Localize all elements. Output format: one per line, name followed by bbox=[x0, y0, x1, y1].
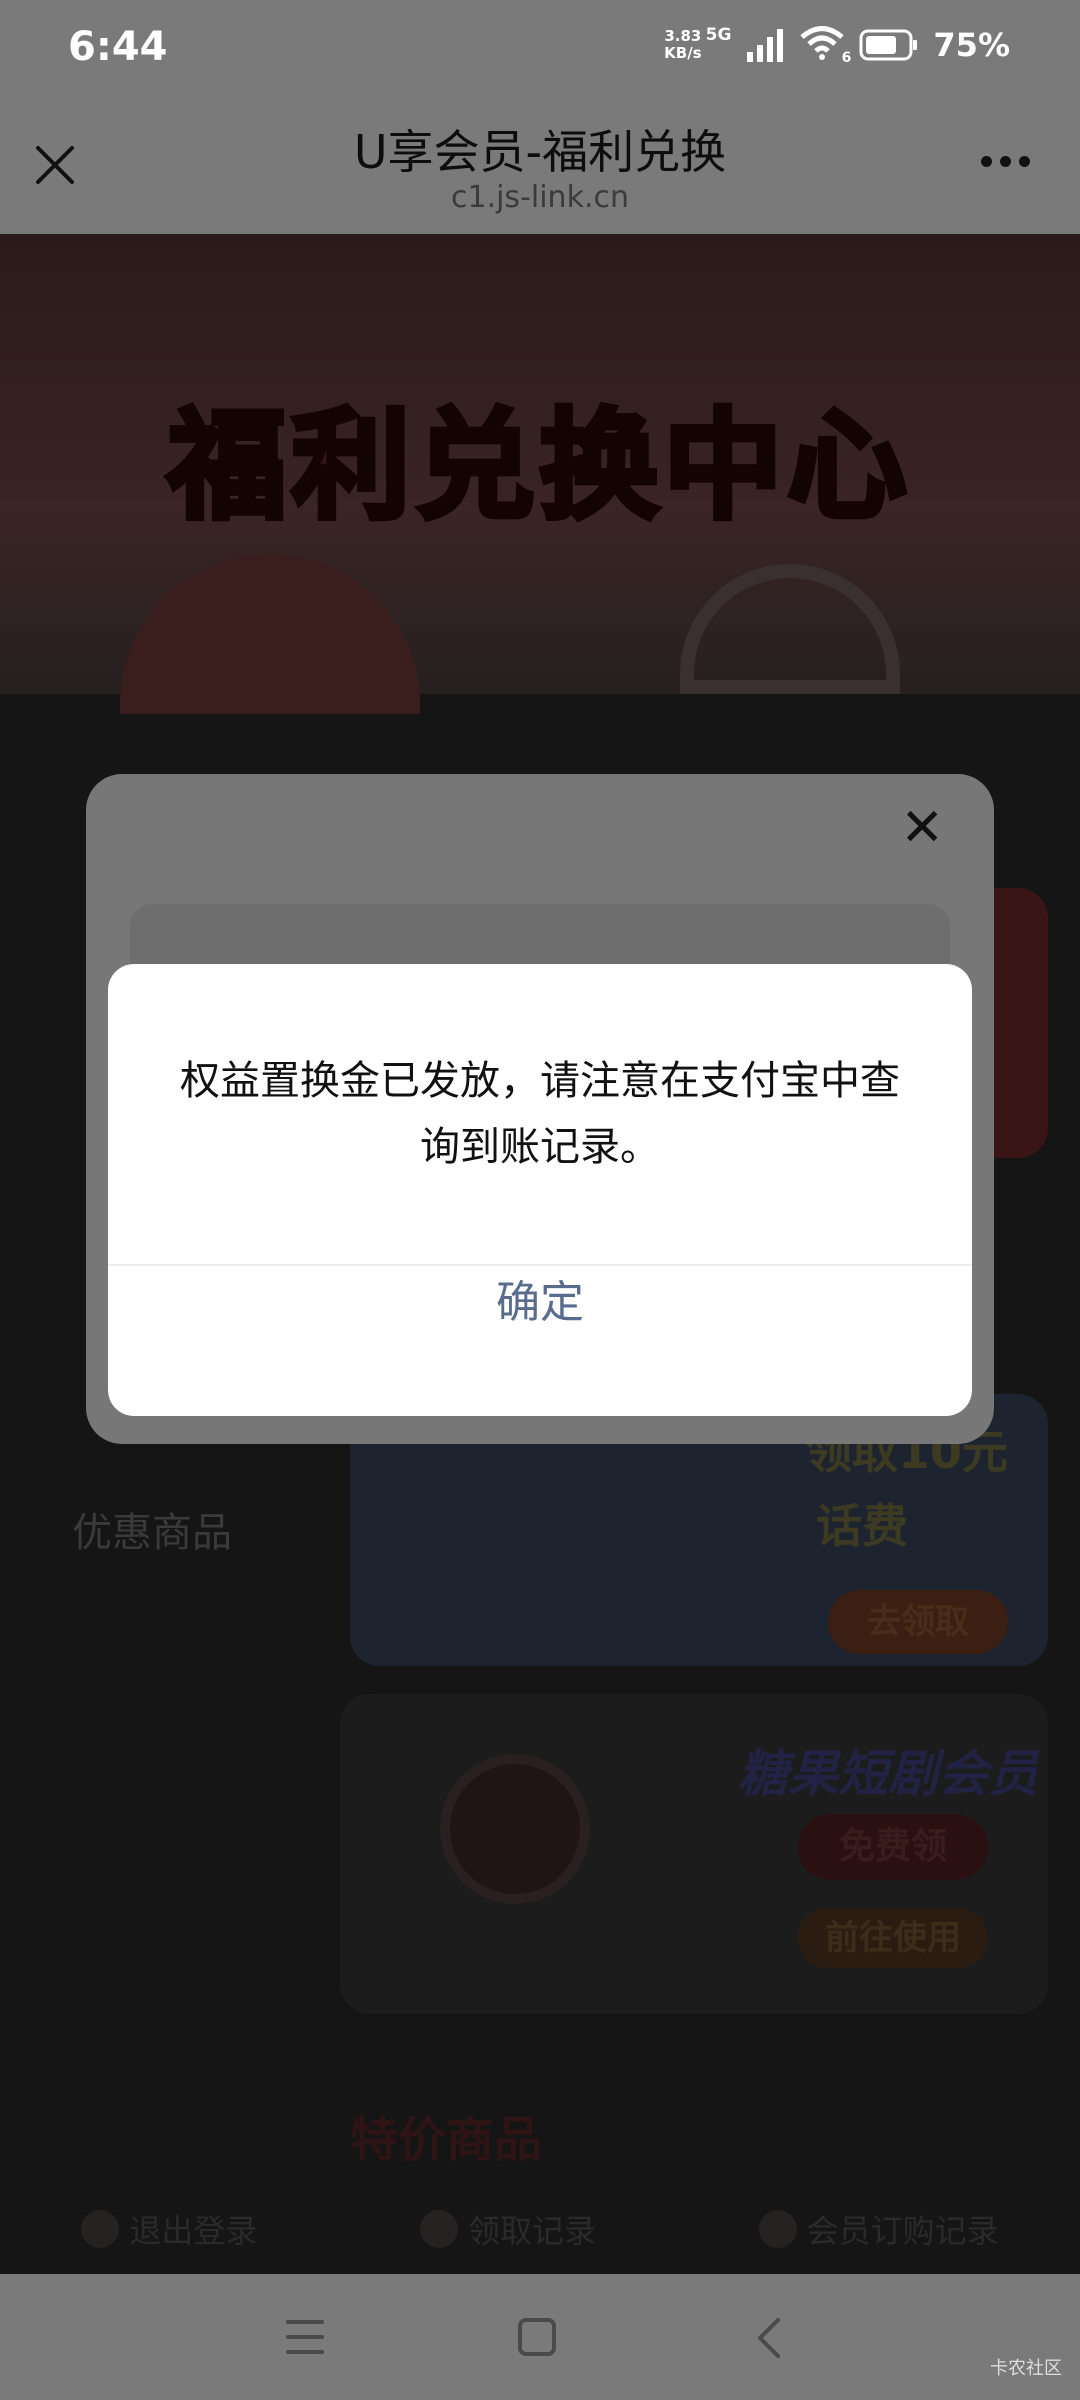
go-use-button[interactable]: 前往使用 bbox=[798, 1908, 988, 1968]
order-icon bbox=[758, 2210, 797, 2248]
status-time: 6:44 bbox=[68, 24, 168, 70]
close-icon[interactable]: ✕ bbox=[900, 798, 944, 858]
alert-message: 权益置换金已发放，请注意在支付宝中查询到账记录。 bbox=[180, 1058, 900, 1170]
status-icons: 3.83 KB/s 5G 6 75% bbox=[664, 25, 1010, 66]
more-dot bbox=[981, 156, 992, 167]
confirm-button[interactable]: 确定 bbox=[108, 1266, 972, 1416]
battery-percent: 75% bbox=[933, 26, 1010, 64]
more-dot bbox=[1019, 156, 1030, 167]
claim-button[interactable]: 去领取 bbox=[828, 1590, 1008, 1654]
recents-icon[interactable] bbox=[286, 2320, 324, 2354]
card-subtitle: 话费 bbox=[816, 1499, 908, 1553]
wifi-badge: 6 bbox=[841, 50, 852, 66]
logout-link[interactable]: 退出登录 bbox=[81, 2206, 257, 2252]
system-nav-bar: 卡农社区 bbox=[0, 2274, 1080, 2400]
signal-icon bbox=[747, 29, 784, 62]
card-title: 糖果短剧会员 bbox=[738, 1745, 1038, 1803]
wifi-icon bbox=[800, 26, 845, 60]
link-label: 会员订购记录 bbox=[806, 2212, 999, 2250]
page-title: U享会员-福利兑换 bbox=[353, 125, 727, 179]
candy-logo-icon bbox=[440, 1754, 590, 1904]
link-label: 退出登录 bbox=[129, 2212, 258, 2250]
member-order-record-link[interactable]: 会员订购记录 bbox=[758, 2206, 999, 2252]
banner-decoration bbox=[120, 554, 420, 714]
promo-card-drama-vip[interactable]: 糖果短剧会员 免费领 前往使用 bbox=[340, 1694, 1048, 2014]
menu-discount-goods[interactable]: 优惠商品 bbox=[72, 1500, 232, 1558]
net-speed-value: 3.83 bbox=[664, 27, 702, 45]
alert-dialog: 权益置换金已发放，请注意在支付宝中查询到账记录。 确定 bbox=[108, 964, 972, 1416]
network-type: 5G bbox=[705, 25, 732, 45]
back-icon[interactable] bbox=[748, 2316, 792, 2360]
more-icon[interactable] bbox=[981, 156, 1030, 167]
more-dot bbox=[1000, 156, 1011, 167]
special-goods-heading: 特价商品 bbox=[350, 2112, 543, 2168]
claim-record-link[interactable]: 领取记录 bbox=[419, 2206, 596, 2252]
wifi-indicator: 6 bbox=[799, 26, 851, 66]
browser-title-bar: U享会员-福利兑换 c1.js-link.cn bbox=[0, 96, 1080, 234]
status-bar: 6:44 3.83 KB/s 5G 6 75% bbox=[0, 0, 1080, 96]
home-icon[interactable] bbox=[518, 2318, 556, 2356]
banner-title: 福利兑换中心 bbox=[165, 394, 912, 538]
banner: 福利兑换中心 bbox=[0, 234, 1080, 714]
user-icon bbox=[81, 2210, 120, 2248]
free-claim-button[interactable]: 免费领 bbox=[798, 1814, 988, 1880]
bottom-links: 退出登录 领取记录 会员订购记录 bbox=[0, 2184, 1080, 2274]
page-url: c1.js-link.cn bbox=[450, 180, 629, 215]
link-label: 领取记录 bbox=[467, 2212, 596, 2250]
net-speed: 3.83 KB/s bbox=[664, 28, 701, 62]
gift-icon bbox=[419, 2210, 458, 2248]
net-speed-unit: KB/s bbox=[664, 44, 702, 62]
banner-decoration bbox=[680, 564, 900, 694]
battery-icon bbox=[859, 29, 918, 61]
watermark: 卡农社区 bbox=[990, 2358, 1062, 2379]
